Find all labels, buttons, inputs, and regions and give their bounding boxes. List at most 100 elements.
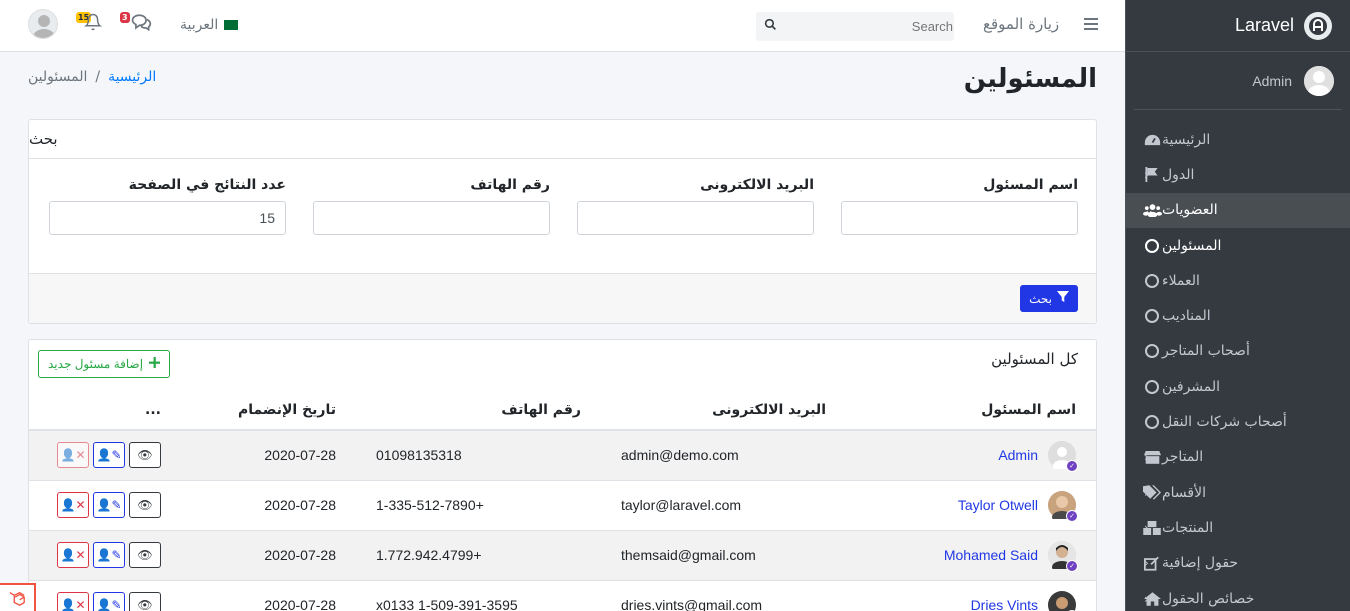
search-card-footer: بحث	[29, 273, 1096, 323]
circle-icon	[1142, 309, 1162, 324]
filter-name-label: اسم المسئول	[983, 177, 1078, 193]
laravel-debug-icon[interactable]	[0, 583, 36, 611]
sidebar-item-countries[interactable]: ‹ الدول	[1126, 157, 1350, 192]
edit-user-button[interactable]: 👤✎	[93, 442, 125, 469]
edit-user-button[interactable]: 👤✎	[93, 492, 125, 518]
brand-name: Laravel	[1234, 15, 1294, 35]
edit-user-button[interactable]: 👤✎	[93, 592, 125, 611]
view-button[interactable]: 👁	[129, 492, 161, 518]
search-box	[756, 12, 954, 41]
filter-phone-input[interactable]	[313, 201, 550, 235]
sidebar-item-field-properties[interactable]: ‹ خصائص الحقول	[1126, 581, 1350, 611]
admin-name-link[interactable]: Dries Vints	[971, 597, 1038, 611]
messages-badge: 3	[120, 12, 130, 23]
actions-cell: 👤✕ 👤✎ 👁	[29, 580, 181, 611]
saudi-flag-icon	[224, 20, 239, 30]
view-button[interactable]: 👁	[129, 592, 161, 611]
search-card-header: بحث	[29, 120, 1096, 159]
breadcrumb-home-link[interactable]: الرئيسية	[108, 69, 156, 85]
admin-name-link[interactable]: Taylor Otwell	[958, 497, 1038, 513]
brand[interactable]: Laravel	[1126, 0, 1350, 52]
view-button[interactable]: 👁	[129, 442, 161, 469]
bell-icon[interactable]	[83, 13, 103, 35]
eye-icon: 👁	[137, 598, 153, 611]
phone-cell: x0133 1-509-391-3595	[356, 580, 601, 611]
plus-icon	[149, 357, 161, 371]
date-cell: 2020-07-28	[181, 530, 356, 581]
dashboard-icon	[1142, 133, 1162, 147]
user-avatar[interactable]	[28, 9, 58, 39]
user-edit-icon: 👤✎	[96, 548, 122, 562]
search-button[interactable]: بحث	[1020, 285, 1078, 312]
filter-per-page-input[interactable]	[49, 201, 286, 235]
sidebar-item-products[interactable]: ‹ المنتجات	[1126, 510, 1350, 545]
verified-icon: ✓	[1066, 460, 1078, 473]
sidebar-item-memberships[interactable]: ⌄ العضويات	[1126, 192, 1350, 228]
main-content: المسئولين المسئولين / الرئيسية بحث اسم ا…	[28, 52, 1097, 611]
filter-phone-label: رقم الهاتف	[470, 177, 550, 193]
delete-user-button[interactable]: 👤✕	[57, 492, 89, 518]
sidebar-item-label: أصحاب المتاجر	[1162, 343, 1250, 360]
filter-per-page-label: عدد النتائج في الصفحة	[128, 177, 286, 193]
delete-user-button[interactable]: 👤✕	[57, 592, 89, 611]
admins-list-card: كل المسئولين إضافة مسئول جديد اسم المسئو…	[28, 339, 1097, 611]
avatar: ✓	[1048, 591, 1078, 611]
sidebar-nav: الرئيسية ‹ الدول ⌄ العضويات المسئولين ال…	[1126, 110, 1350, 611]
avatar: ✓	[1048, 441, 1078, 473]
sidebar-item-store-owners[interactable]: أصحاب المتاجر	[1126, 334, 1350, 369]
chevron-left-icon: ‹	[1144, 450, 1149, 465]
delete-user-button[interactable]: 👤✕	[57, 542, 89, 568]
name-cell: ✓ Admin	[846, 430, 1096, 481]
filter-email-group: البريد الالكترونى	[577, 177, 814, 235]
search-card: بحث اسم المسئول البريد الالكترونى رقم ال…	[28, 119, 1097, 324]
sidebar-item-label: المناديب	[1162, 308, 1211, 325]
search-button-label: بحث	[1029, 291, 1052, 306]
sidebar-item-extra-fields[interactable]: ‹ حقول إضافية	[1126, 546, 1350, 581]
breadcrumb-separator: /	[95, 69, 101, 85]
user-edit-icon: 👤✎	[96, 448, 122, 463]
sidebar-item-clients[interactable]: العملاء	[1126, 263, 1350, 298]
sidebar-item-home[interactable]: الرئيسية	[1126, 122, 1350, 157]
sidebar-item-shipping-owners[interactable]: أصحاب شركات النقل	[1126, 404, 1350, 439]
sidebar-item-label: أصحاب شركات النقل	[1162, 414, 1287, 431]
name-cell: ✓ Taylor Otwell	[846, 480, 1096, 531]
user-avatar-icon	[1304, 65, 1334, 96]
add-admin-button[interactable]: إضافة مسئول جديد	[38, 350, 171, 378]
name-cell: ✓ Dries Vints	[846, 580, 1096, 611]
chevron-left-icon: ‹	[1144, 520, 1149, 535]
edit-user-button[interactable]: 👤✎	[93, 542, 125, 568]
admin-name-link[interactable]: Admin	[998, 447, 1038, 463]
search-input[interactable]	[777, 19, 953, 34]
menu-toggle-icon[interactable]	[1084, 17, 1098, 35]
sidebar-item-categories[interactable]: ‹ الأقسام	[1126, 475, 1350, 510]
chevron-down-icon: ⌄	[1144, 203, 1155, 218]
delete-user-button[interactable]: 👤✕	[57, 442, 89, 469]
user-name: Admin	[1252, 72, 1292, 89]
sidebar-item-stores[interactable]: ‹ المتاجر	[1126, 440, 1350, 475]
view-button[interactable]: 👁	[129, 542, 161, 568]
col-email: البريد الالكترونى	[601, 390, 846, 431]
sidebar-item-supervisors[interactable]: المشرفين	[1126, 369, 1350, 404]
avatar: ✓	[1048, 541, 1078, 573]
user-panel[interactable]: Admin	[1134, 52, 1342, 110]
admin-name-link[interactable]: Mohamed Said	[944, 547, 1038, 563]
list-title: كل المسئولين	[991, 350, 1078, 368]
sidebar-item-label: الدول	[1162, 166, 1195, 183]
visit-site-link[interactable]: زيارة الموقع	[983, 15, 1059, 33]
language-switch[interactable]: العربية	[180, 17, 239, 33]
filter-name-input[interactable]	[841, 201, 1078, 235]
sidebar-item-delegates[interactable]: المناديب	[1126, 298, 1350, 333]
filter-email-label: البريد الالكترونى	[700, 177, 814, 193]
sidebar-item-label: خصائص الحقول	[1162, 590, 1255, 607]
language-label: العربية	[180, 17, 219, 33]
filter-email-input[interactable]	[577, 201, 814, 235]
chevron-left-icon: ‹	[1144, 485, 1149, 500]
circle-icon	[1142, 379, 1162, 394]
actions-cell: 👤✕ 👤✎ 👁	[29, 480, 181, 531]
chevron-left-icon: ‹	[1144, 556, 1149, 571]
avatar: ✓	[1048, 491, 1078, 523]
breadcrumb: المسئولين / الرئيسية	[28, 69, 156, 85]
sidebar-item-admins[interactable]: المسئولين	[1126, 228, 1350, 263]
search-icon[interactable]	[764, 18, 777, 35]
comments-icon[interactable]	[130, 13, 152, 35]
